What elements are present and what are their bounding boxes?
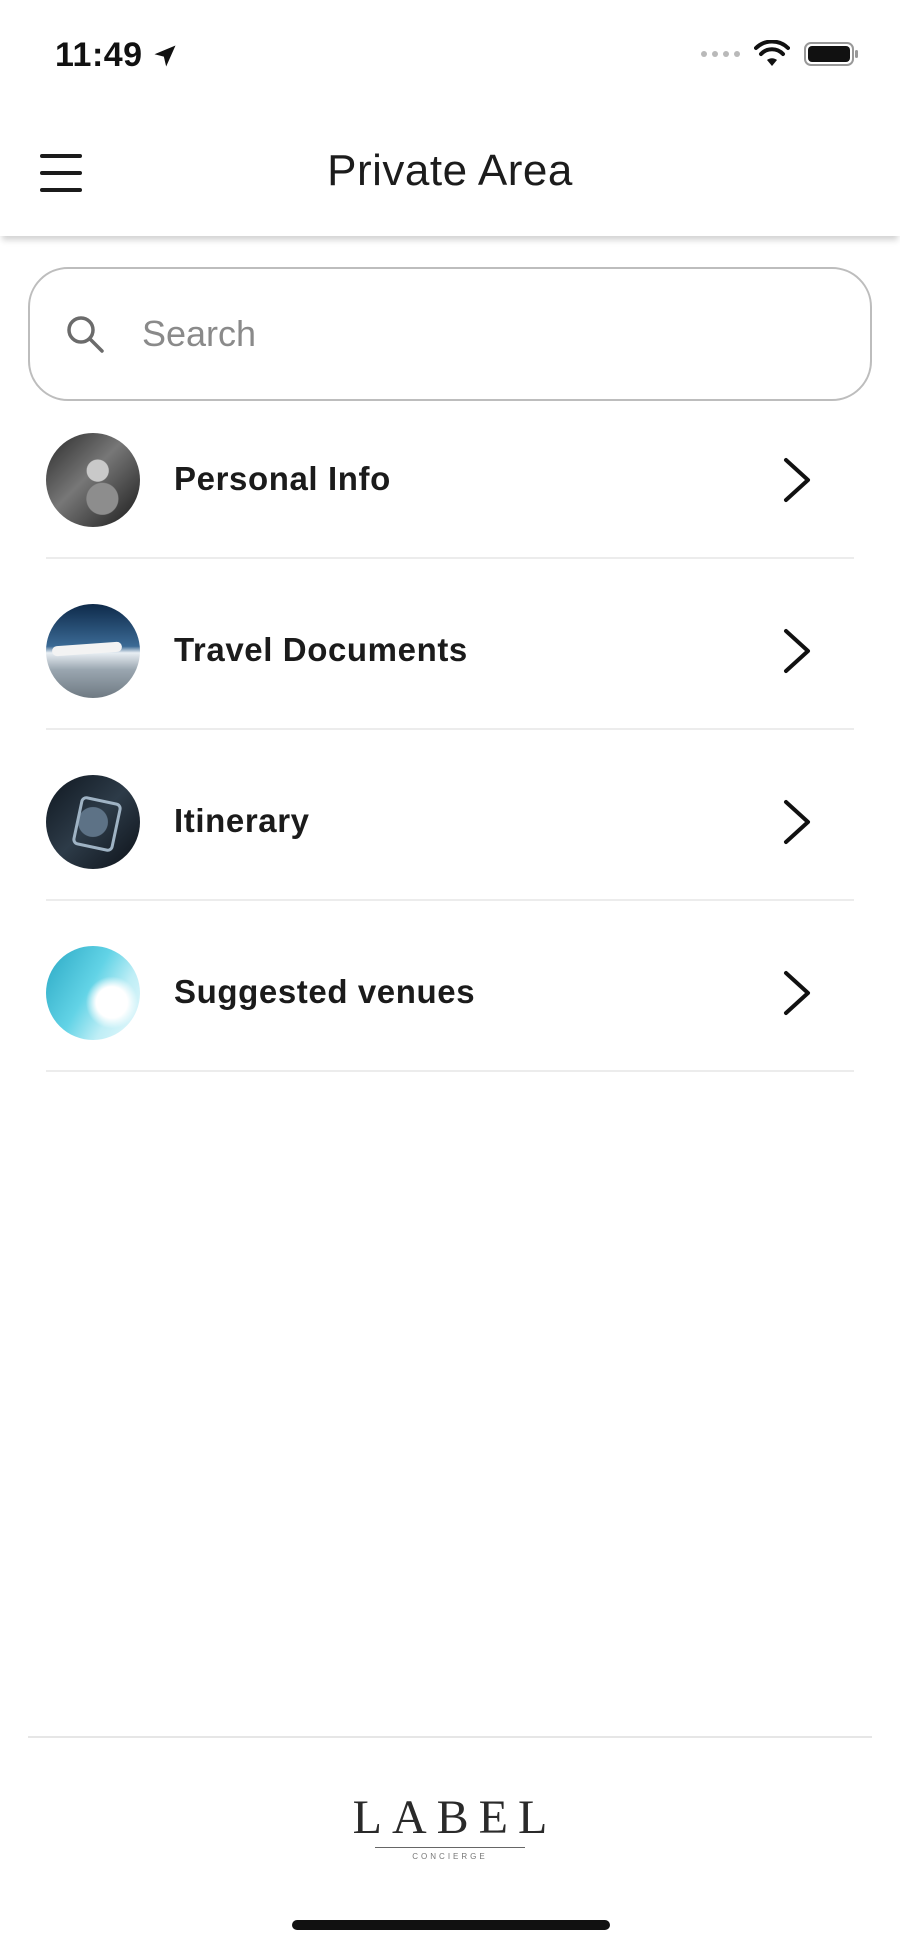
chevron-right-icon bbox=[784, 458, 810, 502]
list-item-label: Suggested venues bbox=[174, 973, 476, 1010]
divider bbox=[46, 557, 854, 559]
divider bbox=[46, 899, 854, 901]
travel-documents-thumbnail bbox=[46, 604, 140, 698]
wifi-icon bbox=[754, 40, 790, 66]
footer-divider bbox=[28, 1736, 872, 1738]
status-time: 11:49 bbox=[55, 36, 179, 75]
list-item-label: Personal Info bbox=[174, 460, 391, 497]
brand-logo: LABEL CONCIERGE bbox=[0, 1790, 900, 1861]
brand-subtitle: CONCIERGE bbox=[412, 1852, 488, 1861]
search-icon bbox=[67, 316, 104, 353]
status-bar: 11:49 bbox=[0, 0, 900, 110]
cellular-signal-icon bbox=[701, 51, 740, 57]
navigation-bar: Private Area bbox=[0, 110, 900, 236]
list-item-suggested-venues[interactable]: Suggested venues bbox=[0, 923, 900, 1094]
chevron-right-icon bbox=[784, 629, 810, 673]
brand-wordmark: LABEL bbox=[352, 1791, 558, 1844]
private-area-menu: Personal Info Travel Documents Itinerary… bbox=[0, 410, 900, 1094]
list-item-label: Itinerary bbox=[174, 802, 310, 839]
page-title: Private Area bbox=[327, 146, 573, 195]
search-input[interactable] bbox=[140, 312, 824, 356]
battery-icon bbox=[804, 42, 858, 66]
brand-rule bbox=[375, 1847, 525, 1848]
status-time-text: 11:49 bbox=[55, 36, 143, 74]
list-item-travel-documents[interactable]: Travel Documents bbox=[0, 581, 900, 752]
divider bbox=[46, 1070, 854, 1072]
list-item-itinerary[interactable]: Itinerary bbox=[0, 752, 900, 923]
list-item-label: Travel Documents bbox=[174, 631, 468, 668]
suggested-venues-thumbnail bbox=[46, 946, 140, 1040]
itinerary-thumbnail bbox=[46, 775, 140, 869]
home-indicator bbox=[292, 1920, 610, 1930]
list-item-personal-info[interactable]: Personal Info bbox=[0, 410, 900, 581]
personal-info-thumbnail bbox=[46, 433, 140, 527]
search-bar[interactable] bbox=[28, 267, 872, 401]
location-arrow-icon bbox=[154, 45, 176, 66]
divider bbox=[46, 728, 854, 730]
status-indicators bbox=[701, 40, 860, 68]
chevron-right-icon bbox=[784, 971, 810, 1015]
chevron-right-icon bbox=[784, 800, 810, 844]
